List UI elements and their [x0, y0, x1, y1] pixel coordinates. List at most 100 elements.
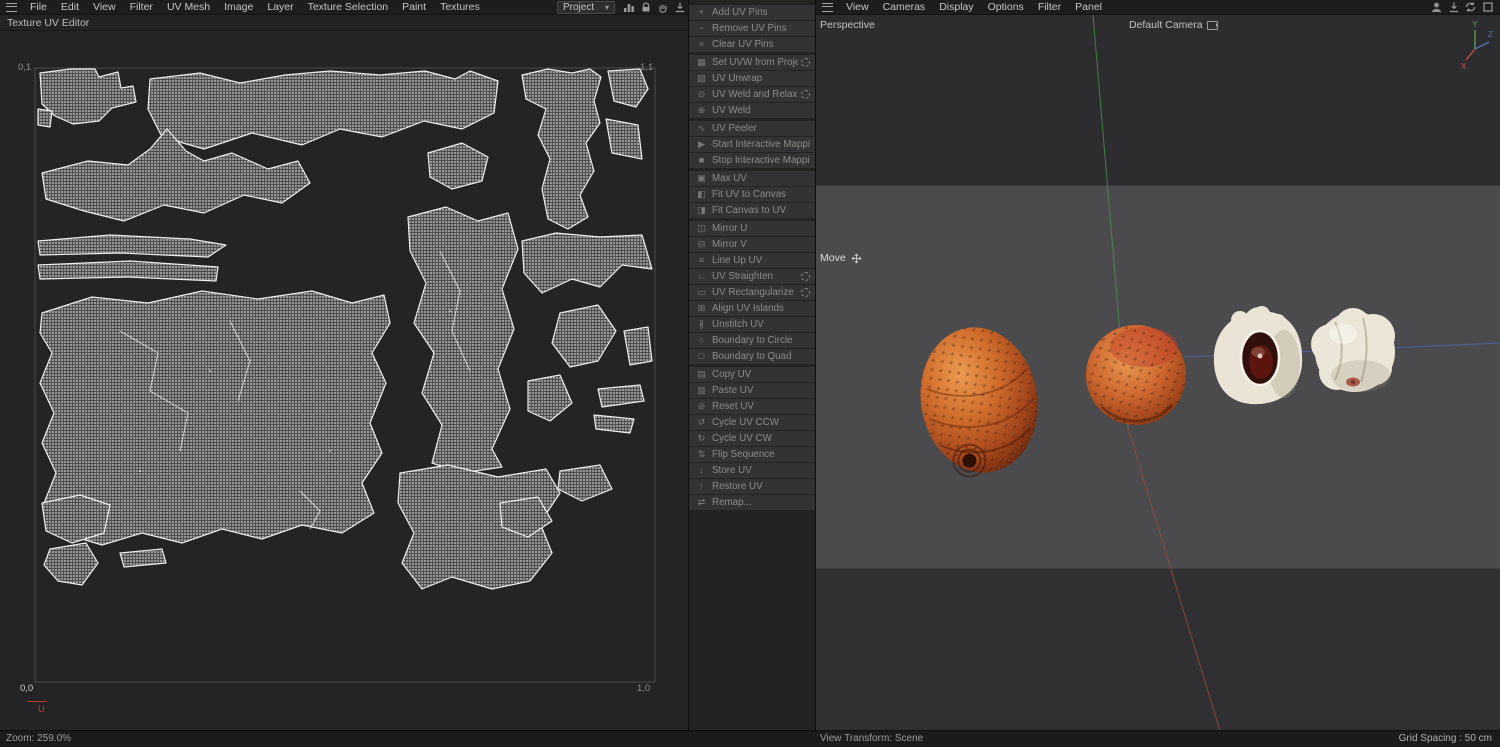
pin-clear-icon: × [695, 37, 708, 52]
gear-icon[interactable] [801, 58, 810, 67]
uv-command-start-interactive-mapping[interactable]: ▶Start Interactive Mapping [689, 137, 815, 152]
lock-icon[interactable] [638, 0, 653, 14]
uv-command-label: Remap... [712, 497, 810, 508]
uv-command-uv-rectangularize[interactable]: ▭UV Rectangularize [689, 285, 815, 300]
uv-command-label: Align UV Islands [712, 303, 810, 314]
download-icon[interactable] [672, 0, 687, 14]
uv-corner-bottom-left: 0,0 [20, 683, 33, 694]
axis-z-label: Z [1488, 30, 1493, 39]
uv-command-fit-uv-to-canvas[interactable]: ◧Fit UV to Canvas [689, 187, 815, 202]
fit-canvas-icon: ◨ [695, 203, 708, 218]
hamburger-icon[interactable] [6, 3, 17, 12]
uv-command-restore-uv[interactable]: ↑Restore UV [689, 479, 815, 494]
axis-x-label: X [1461, 62, 1467, 71]
uv-canvas[interactable]: 0,1 1,1 0,0 1,0 U [0, 31, 688, 731]
view-transform-status: View Transform: Scene [820, 733, 923, 744]
uv-command-flip-sequence[interactable]: ⇅Flip Sequence [689, 447, 815, 462]
uv-command-uv-weld[interactable]: ⊕UV Weld [689, 103, 815, 118]
uv-command-line-up-uv[interactable]: ≡Line Up UV [689, 253, 815, 268]
uv-command-stop-interactive-mapping[interactable]: ■Stop Interactive Mapping [689, 153, 815, 168]
uv-command-boundary-to-quad[interactable]: □Boundary to Quad [689, 349, 815, 364]
uv-command-copy-uv[interactable]: ▤Copy UV [689, 367, 815, 382]
uv-command-clear-uv-pins[interactable]: ×Clear UV Pins [689, 37, 815, 52]
uv-command-label: Start Interactive Mapping [712, 139, 810, 150]
viewport-view-label[interactable]: Perspective [820, 19, 875, 31]
uv-command-fit-canvas-to-uv[interactable]: ◨ Fit Canvas to UV [689, 203, 815, 218]
uv-editor-menubar: FileEditViewFilterUV MeshImageLayerTextu… [0, 0, 688, 15]
user-icon[interactable] [1429, 0, 1444, 14]
uv-command-store-uv[interactable]: ↓Store UV [689, 463, 815, 478]
cycle-cw-icon: ↻ [695, 431, 708, 446]
menu-item-options[interactable]: Options [981, 0, 1031, 15]
import-icon[interactable] [1446, 0, 1461, 14]
uv-corner-top-left: 0,1 [18, 62, 31, 73]
new-window-icon[interactable] [1480, 0, 1495, 14]
uv-command-uv-straighten[interactable]: ∟UV Straighten [689, 269, 815, 284]
uv-command-remap[interactable]: ⇄Remap... [689, 495, 815, 510]
gear-icon[interactable] [801, 272, 810, 281]
uv-islands-graphic [0, 31, 688, 731]
viewport-panel[interactable]: Perspective Default Camera Move Y Z X [816, 15, 1500, 731]
menu-item-textures[interactable]: Textures [433, 0, 487, 15]
uv-command-set-uvw-from-projection[interactable]: ▦Set UVW from Projection [689, 55, 815, 70]
uv-command-label: Mirror V [712, 239, 810, 250]
uv-command-reset-uv[interactable]: ⊘Reset UV [689, 399, 815, 414]
unstitch-icon: ∦ [695, 317, 708, 332]
uv-command-label: UV Weld and Relax [712, 89, 798, 100]
zoom-status: Zoom: 259.0% [6, 733, 71, 744]
viewport-camera-label[interactable]: Default Camera [1129, 19, 1218, 31]
uv-command-align-uv-islands[interactable]: ⊞ Align UV Islands [689, 301, 815, 316]
uv-command-remove-uv-pins[interactable]: −Remove UV Pins [689, 21, 815, 36]
menu-item-uv-mesh[interactable]: UV Mesh [160, 0, 217, 15]
uv-command-unstitch-uv[interactable]: ∦ Unstitch UV [689, 317, 815, 332]
menu-item-view[interactable]: View [86, 0, 123, 15]
menu-item-texture-selection[interactable]: Texture Selection [301, 0, 396, 15]
uv-command-cycle-uv-ccw[interactable]: ↺Cycle UV CCW [689, 415, 815, 430]
line-up-icon: ≡ [695, 253, 708, 268]
histogram-icon[interactable] [621, 0, 636, 14]
menu-item-edit[interactable]: Edit [54, 0, 86, 15]
uv-command-mirror-u[interactable]: ◫Mirror U [689, 221, 815, 236]
rectangularize-icon: ▭ [695, 285, 708, 300]
menu-item-image[interactable]: Image [217, 0, 260, 15]
menu-item-file[interactable]: File [23, 0, 54, 15]
scene-render [816, 15, 1500, 731]
sync-icon[interactable] [1463, 0, 1478, 14]
uv-command-label: Copy UV [712, 369, 810, 380]
uv-command-group: ▤Copy UV▥Paste UV⊘Reset UV↺Cycle UV CCW↻… [689, 367, 815, 510]
cycle-ccw-icon: ↺ [695, 415, 708, 430]
gear-icon[interactable] [801, 90, 810, 99]
uv-command-mirror-v[interactable]: ⊟Mirror V [689, 237, 815, 252]
menu-item-paint[interactable]: Paint [395, 0, 433, 15]
uv-command-max-uv[interactable]: ▣Max UV [689, 171, 815, 186]
menu-item-panel[interactable]: Panel [1068, 0, 1109, 15]
grid-spacing-status: Grid Spacing : 50 cm [1399, 733, 1492, 744]
uv-command-uv-unwrap[interactable]: ▧UV Unwrap [689, 71, 815, 86]
paste-icon: ▥ [695, 383, 708, 398]
uv-command-uv-weld-and-relax[interactable]: ⊙UV Weld and Relax [689, 87, 815, 102]
menu-item-filter[interactable]: Filter [123, 0, 160, 15]
uv-command-paste-uv[interactable]: ▥Paste UV [689, 383, 815, 398]
uv-command-label: Max UV [712, 173, 810, 184]
uv-command-label: Fit Canvas to UV [712, 205, 810, 216]
uv-command-uv-peeler[interactable]: ∿UV Peeler [689, 121, 815, 136]
hamburger-icon[interactable] [822, 3, 833, 12]
hand-icon[interactable] [655, 0, 670, 14]
menu-item-filter[interactable]: Filter [1031, 0, 1068, 15]
project-dropdown[interactable]: Project ▾ [557, 1, 615, 14]
uv-command-label: Reset UV [712, 401, 810, 412]
menu-item-display[interactable]: Display [932, 0, 980, 15]
uv-command-group: ∿UV Peeler▶Start Interactive Mapping■Sto… [689, 121, 815, 168]
uv-command-label: Boundary to Circle [712, 335, 810, 346]
uv-command-cycle-uv-cw[interactable]: ↻Cycle UV CW [689, 431, 815, 446]
uv-command-boundary-to-circle[interactable]: ○Boundary to Circle [689, 333, 815, 348]
project-dropdown-value: Project [563, 2, 594, 13]
menu-item-layer[interactable]: Layer [260, 0, 300, 15]
align-islands-icon: ⊞ [695, 301, 708, 316]
uv-command-add-uv-pins[interactable]: +Add UV Pins [689, 5, 815, 20]
gear-icon[interactable] [801, 288, 810, 297]
uv-corner-top-right: 1,1 [640, 62, 653, 73]
menu-item-cameras[interactable]: Cameras [876, 0, 933, 15]
menu-item-view[interactable]: View [839, 0, 876, 15]
uv-command-label: Unstitch UV [712, 319, 810, 330]
